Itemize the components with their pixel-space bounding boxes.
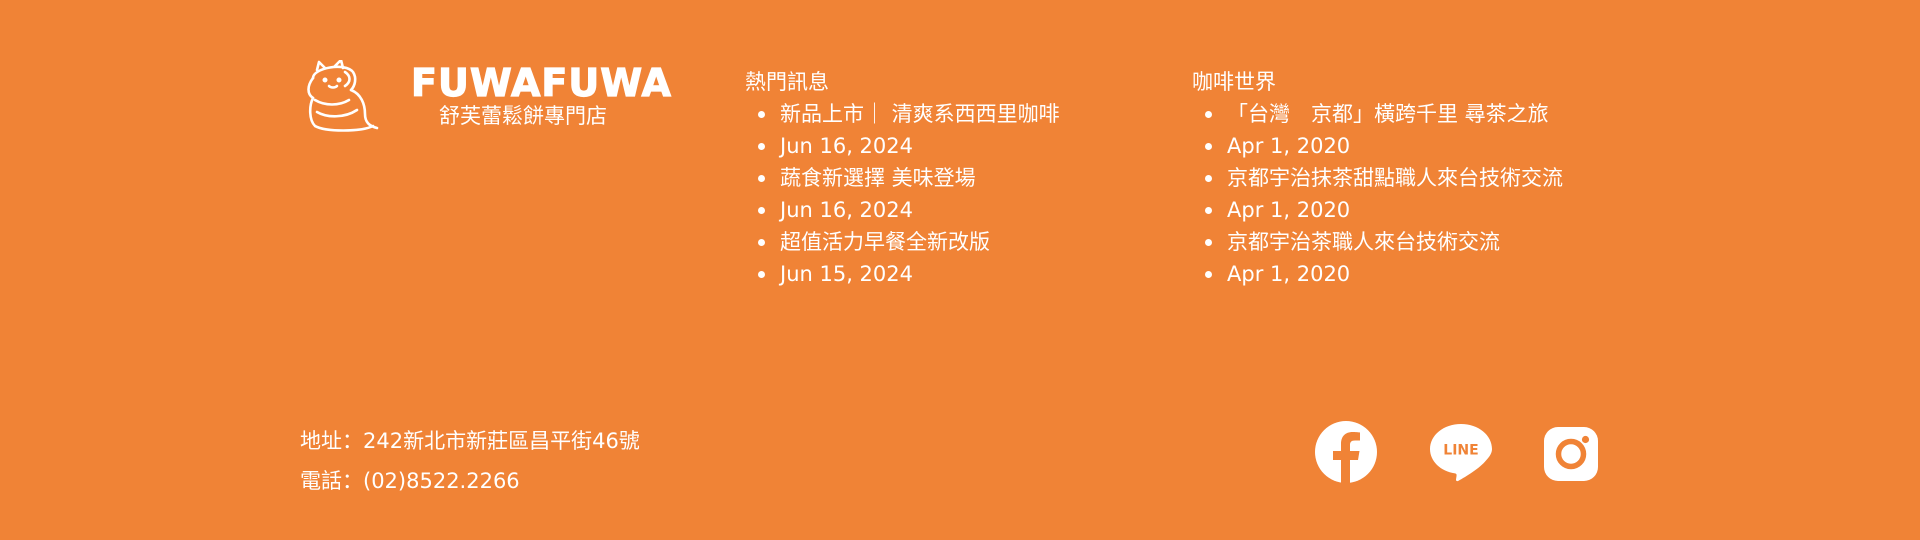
- phone-text[interactable]: 電話：(02)8522.2266: [300, 461, 640, 501]
- brand-subtitle: 舒芙蕾鬆餅專門店: [439, 104, 607, 128]
- brand-wordmark: FUWAFUWA: [410, 61, 672, 105]
- hot-news-title: 熱門訊息: [745, 70, 829, 94]
- souffle-mascot-icon: [307, 60, 379, 132]
- coffee-world-section: 咖啡世界 「台灣 京都」橫跨千里 尋茶之旅 Apr 1, 2020 京都宇治抹茶…: [1192, 68, 1563, 290]
- coffee-world-item[interactable]: 「台灣 京都」橫跨千里 尋茶之旅: [1192, 98, 1563, 130]
- line-icon: LINE: [1430, 424, 1492, 482]
- line-icon-label: LINE: [1443, 443, 1478, 459]
- contact-info: 地址：242新北市新莊區昌平街46號 電話：(02)8522.2266: [300, 421, 640, 501]
- coffee-world-date: Apr 1, 2020: [1192, 130, 1563, 162]
- hot-news-date: Jun 16, 2024: [745, 130, 1060, 162]
- instagram-icon: [1544, 427, 1598, 481]
- hot-news-list: 新品上市｜ 清爽系西西里咖啡 Jun 16, 2024 蔬食新選擇 美味登場 J…: [745, 98, 1060, 290]
- hot-news-item[interactable]: 蔬食新選擇 美味登場: [745, 162, 1060, 194]
- coffee-world-date: Apr 1, 2020: [1192, 258, 1563, 290]
- facebook-icon: [1315, 421, 1377, 484]
- hot-news-date: Jun 16, 2024: [745, 194, 1060, 226]
- coffee-world-item[interactable]: 京都宇治抹茶甜點職人來台技術交流: [1192, 162, 1563, 194]
- address-text: 地址：242新北市新莊區昌平街46號: [300, 429, 640, 453]
- coffee-world-title: 咖啡世界: [1192, 70, 1276, 94]
- instagram-link[interactable]: [1543, 420, 1599, 484]
- hot-news-date: Jun 15, 2024: [745, 258, 1060, 290]
- hot-news-item[interactable]: 新品上市｜ 清爽系西西里咖啡: [745, 98, 1060, 130]
- coffee-world-list: 「台灣 京都」橫跨千里 尋茶之旅 Apr 1, 2020 京都宇治抹茶甜點職人來…: [1192, 98, 1563, 290]
- coffee-world-date: Apr 1, 2020: [1192, 194, 1563, 226]
- coffee-world-item[interactable]: 京都宇治茶職人來台技術交流: [1192, 226, 1563, 258]
- hot-news-section: 熱門訊息 新品上市｜ 清爽系西西里咖啡 Jun 16, 2024 蔬食新選擇 美…: [745, 68, 1060, 290]
- brand-logo[interactable]: FUWAFUWA 舒芙蕾鬆餅專門店: [305, 60, 671, 140]
- line-link[interactable]: LINE: [1428, 420, 1494, 484]
- hot-news-item[interactable]: 超值活力早餐全新改版: [745, 226, 1060, 258]
- facebook-link[interactable]: [1314, 420, 1378, 484]
